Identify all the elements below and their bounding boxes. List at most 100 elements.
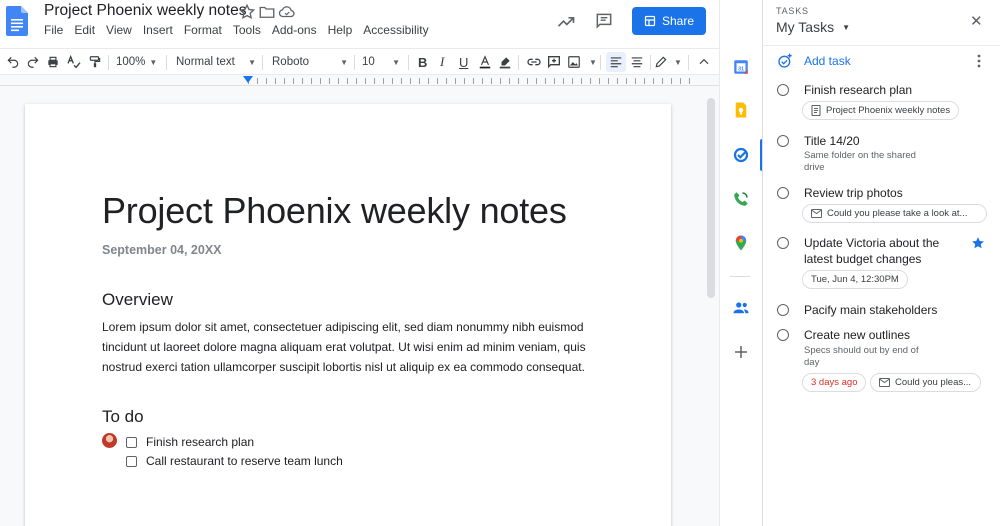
svg-text:31: 31	[738, 66, 744, 72]
paint-format-icon[interactable]	[88, 54, 102, 70]
task-title[interactable]: Title 14/20	[804, 133, 860, 149]
contacts-phone-icon[interactable]	[732, 190, 750, 208]
task-complete-toggle[interactable]	[777, 237, 789, 249]
people-icon[interactable]	[732, 299, 750, 317]
document-heading[interactable]: Project Phoenix weekly notes	[102, 190, 567, 232]
align-left-icon[interactable]	[609, 54, 623, 70]
task-chip-label: Could you please take a look at...	[827, 208, 968, 219]
todo-item: Finish research plan	[126, 435, 254, 449]
menu-tools[interactable]: Tools	[233, 23, 261, 37]
menu-bar: File Edit View Insert Format Tools Add-o…	[44, 23, 440, 37]
document-title[interactable]: Project Phoenix weekly notes	[44, 2, 246, 20]
document-page[interactable]	[25, 104, 671, 526]
task-doc-chip[interactable]: Project Phoenix weekly notes	[802, 101, 960, 120]
todo-item-label[interactable]: Call restaurant to reserve team lunch	[146, 454, 343, 468]
task-complete-toggle[interactable]	[777, 135, 789, 147]
insert-link-icon[interactable]	[526, 54, 542, 70]
toolbar-divider	[688, 55, 689, 70]
task-title[interactable]: Pacify main stakeholders	[804, 302, 937, 318]
font-value: Roboto	[272, 56, 310, 68]
menu-edit[interactable]: Edit	[74, 23, 95, 37]
menu-format[interactable]: Format	[184, 23, 222, 37]
todo-checkbox[interactable]	[126, 436, 137, 448]
overview-paragraph[interactable]: Lorem ipsum dolor sit amet, consectetuer…	[102, 317, 602, 377]
collapse-toolbar-icon[interactable]	[697, 54, 711, 70]
task-email-chip[interactable]: Could you please take a look at...	[802, 204, 987, 223]
chevron-down-icon[interactable]: ▼	[589, 54, 597, 70]
task-email-chip[interactable]: Could you pleas...	[870, 373, 981, 392]
todo-heading[interactable]: To do	[102, 407, 144, 427]
add-comment-icon[interactable]	[546, 54, 562, 70]
redo-icon[interactable]	[26, 54, 40, 70]
print-icon[interactable]	[46, 54, 60, 70]
todo-checkbox[interactable]	[126, 455, 137, 467]
document-scrollbar[interactable]	[707, 98, 715, 298]
underline-button[interactable]: U	[459, 54, 468, 70]
menu-insert[interactable]: Insert	[143, 23, 173, 37]
starred-icon[interactable]	[971, 236, 985, 250]
activity-trend-icon[interactable]	[556, 12, 576, 32]
editing-mode-pencil-icon[interactable]	[654, 54, 668, 70]
italic-button[interactable]: I	[440, 54, 444, 70]
menu-accessibility[interactable]: Accessibility	[363, 23, 428, 37]
add-addon-icon[interactable]	[732, 343, 750, 361]
line-spacing-icon[interactable]	[630, 54, 644, 70]
task-complete-toggle[interactable]	[777, 304, 789, 316]
indent-marker-icon[interactable]	[243, 76, 253, 83]
zoom-select[interactable]: 100% ▼	[116, 54, 157, 70]
keep-icon[interactable]	[732, 101, 750, 119]
menu-file[interactable]: File	[44, 23, 63, 37]
task-title[interactable]: Finish research plan	[804, 82, 912, 98]
text-color-icon[interactable]	[478, 54, 492, 70]
overview-heading[interactable]: Overview	[102, 290, 173, 310]
task-complete-toggle[interactable]	[777, 329, 789, 341]
task-title[interactable]: Review trip photos	[804, 185, 903, 201]
menu-help[interactable]: Help	[328, 23, 353, 37]
task-complete-toggle[interactable]	[777, 84, 789, 96]
font-size-select[interactable]: 10 ▼	[362, 54, 400, 70]
toolbar-divider	[166, 55, 167, 70]
add-task-icon[interactable]	[777, 53, 793, 69]
task-list-selector[interactable]: My Tasks ▼	[776, 19, 850, 35]
move-folder-icon[interactable]	[258, 3, 276, 21]
task-due-label: 3 days ago	[811, 377, 858, 388]
email-icon	[811, 209, 822, 218]
todo-item-label[interactable]: Finish research plan	[146, 435, 254, 449]
task-title[interactable]: Create new outlines	[804, 327, 910, 343]
task-due-date-chip[interactable]: Tue, Jun 4, 12:30PM	[802, 270, 908, 289]
comments-icon[interactable]	[594, 11, 614, 31]
chevron-down-icon[interactable]: ▼	[674, 54, 682, 70]
assignee-avatar[interactable]	[102, 433, 117, 448]
font-family-select[interactable]: Roboto ▼	[272, 54, 348, 70]
share-button[interactable]: Share	[632, 7, 706, 35]
highlight-icon[interactable]	[498, 54, 512, 70]
star-icon[interactable]	[238, 3, 256, 21]
chevron-down-icon: ▼	[392, 57, 400, 67]
spellcheck-icon[interactable]	[66, 54, 82, 70]
panel-divider	[762, 45, 1000, 46]
insert-image-icon[interactable]	[567, 54, 581, 70]
toolbar-divider	[354, 55, 355, 70]
chevron-down-icon: ▼	[842, 22, 851, 32]
undo-icon[interactable]	[6, 54, 20, 70]
cloud-saved-icon[interactable]	[278, 3, 296, 21]
task-details: Specs should out by end of day	[804, 345, 919, 368]
add-task-button[interactable]: Add task	[804, 54, 851, 68]
rail-divider	[730, 276, 750, 277]
close-icon[interactable]: ✕	[970, 12, 983, 30]
bold-button[interactable]: B	[418, 54, 427, 70]
menu-view[interactable]: View	[106, 23, 132, 37]
task-list-name: My Tasks	[776, 19, 835, 35]
menu-addons[interactable]: Add-ons	[272, 23, 317, 37]
document-date[interactable]: September 04, 20XX	[102, 243, 222, 257]
google-docs-logo-icon[interactable]	[6, 6, 28, 36]
task-title[interactable]: Update Victoria about the latest budget …	[804, 235, 954, 267]
task-overdue-chip[interactable]: 3 days ago	[802, 373, 867, 392]
paragraph-style-select[interactable]: Normal text ▼	[176, 54, 256, 70]
task-complete-toggle[interactable]	[777, 187, 789, 199]
tasks-icon[interactable]	[732, 146, 750, 164]
horizontal-ruler[interactable]	[0, 75, 719, 86]
maps-icon[interactable]	[732, 234, 750, 252]
more-vert-icon[interactable]	[976, 54, 982, 68]
calendar-icon[interactable]: 31	[732, 58, 750, 76]
